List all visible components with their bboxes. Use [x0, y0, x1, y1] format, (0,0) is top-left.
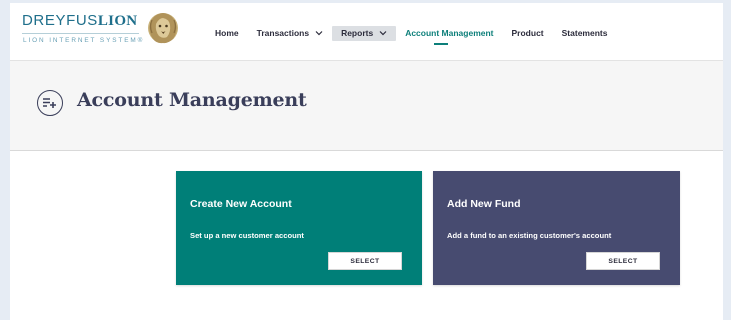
select-button-create-account[interactable]: SELECT: [328, 252, 402, 270]
chevron-down-icon: [315, 31, 323, 36]
top-header: DREYFUSLION LION INTERNET SYSTEM® Home T…: [10, 3, 723, 61]
nav-label: Account Management: [405, 28, 494, 38]
trademark-mark: ®: [137, 37, 145, 44]
select-button-add-fund[interactable]: SELECT: [586, 252, 660, 270]
page-title-band: Account Management: [10, 61, 723, 151]
nav-item-home[interactable]: Home: [206, 26, 248, 41]
brand-logo[interactable]: DREYFUSLION LION INTERNET SYSTEM®: [22, 12, 182, 52]
card-title: Add New Fund: [447, 198, 521, 210]
list-add-icon: [37, 90, 63, 116]
app-frame: DREYFUSLION LION INTERNET SYSTEM® Home T…: [10, 3, 723, 320]
brand-name: DREYFUSLION: [22, 12, 137, 30]
brand-name-dreyfus: DREYFUS: [22, 12, 98, 29]
card-create-new-account[interactable]: Create New Account Set up a new customer…: [176, 171, 422, 285]
logo-divider: [22, 33, 139, 34]
main-nav: Home Transactions Reports Account Manage…: [206, 23, 617, 45]
nav-item-reports[interactable]: Reports: [332, 25, 397, 41]
nav-label: Transactions: [256, 28, 310, 38]
nav-item-statements[interactable]: Statements: [553, 26, 617, 41]
nav-label: Home: [215, 28, 239, 38]
card-title: Create New Account: [190, 198, 292, 210]
nav-label: Statements: [561, 28, 608, 38]
chevron-down-icon: [379, 31, 387, 36]
brand-name-lion: LION: [97, 13, 138, 29]
lion-head-icon: [148, 13, 178, 44]
nav-label: Reports: [341, 28, 374, 38]
nav-item-transactions[interactable]: Transactions: [248, 26, 332, 41]
brand-tagline: LION INTERNET SYSTEM®: [23, 37, 145, 44]
card-description: Add a fund to an existing customer's acc…: [447, 231, 612, 240]
page-title: Account Management: [77, 89, 307, 111]
nav-label: Product: [511, 28, 544, 38]
card-description: Set up a new customer account: [190, 231, 304, 240]
nav-item-product[interactable]: Product: [503, 26, 553, 41]
card-add-new-fund[interactable]: Add New Fund Add a fund to an existing c…: [433, 171, 680, 285]
nav-item-account-management[interactable]: Account Management: [396, 26, 502, 45]
